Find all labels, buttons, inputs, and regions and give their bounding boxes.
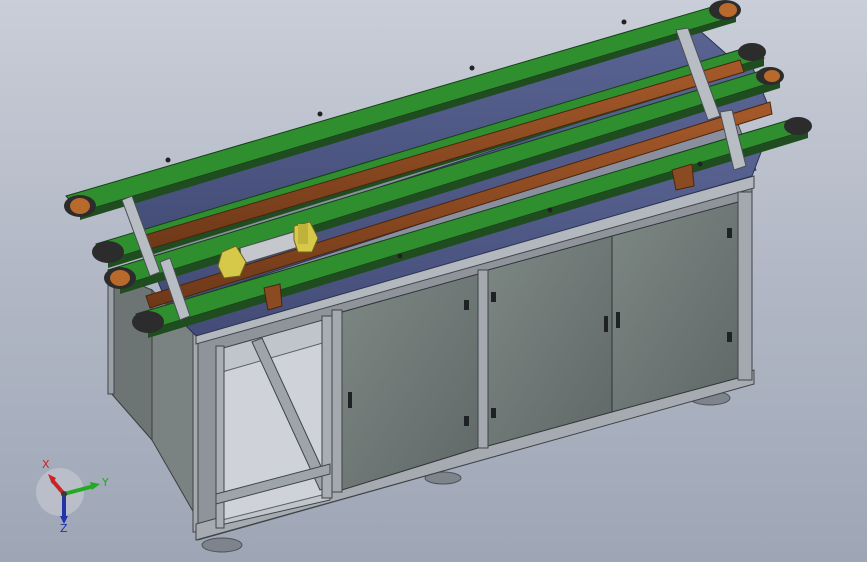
z-axis-label: Z: [60, 522, 68, 532]
graphics-viewport[interactable]: X Y Z: [0, 0, 867, 562]
y-axis-arrow: [90, 482, 100, 490]
axis-triad[interactable]: X Y Z: [30, 452, 120, 532]
conveyor-table-model[interactable]: [0, 0, 867, 562]
open-bay: [215, 315, 333, 529]
x-axis-label: X: [42, 458, 50, 471]
y-axis-label: Y: [101, 476, 109, 489]
triad-origin: [61, 491, 67, 497]
